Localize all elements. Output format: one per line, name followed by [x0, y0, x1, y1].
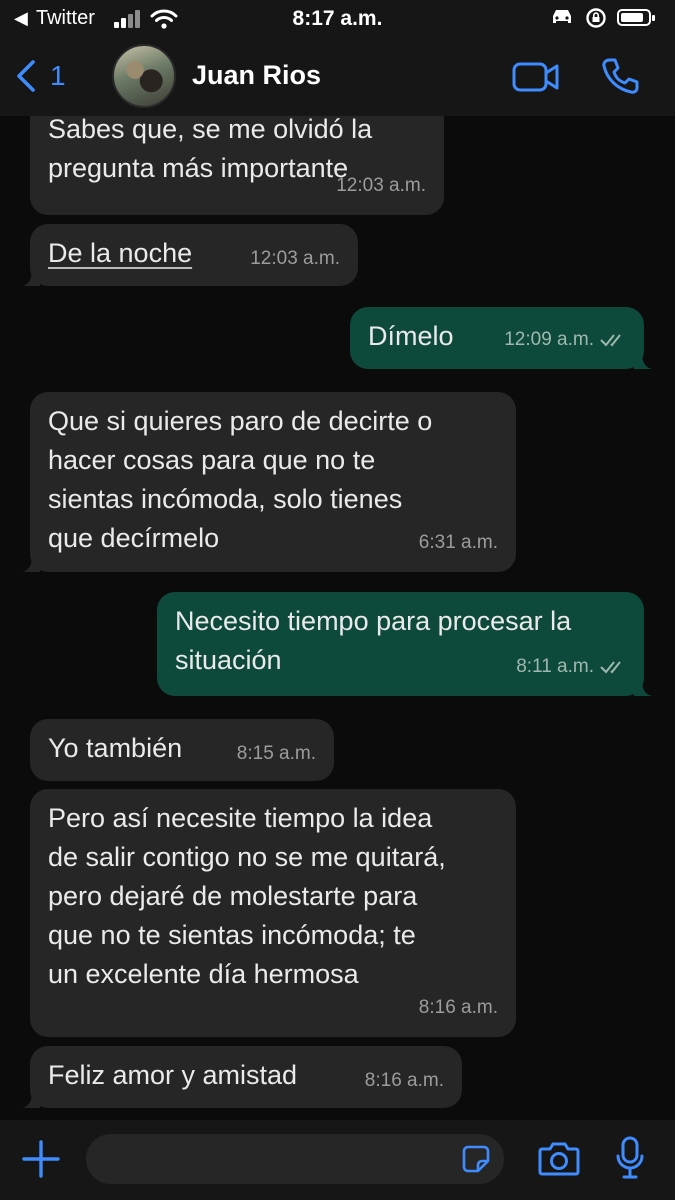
message-time: 12:09 a.m.: [504, 329, 594, 350]
unread-count: 1: [50, 60, 66, 91]
avatar[interactable]: [112, 44, 176, 108]
message-time: 8:16 a.m.: [364, 1070, 444, 1091]
message-bubble-outgoing[interactable]: Necesito tiempo para procesar la situaci…: [157, 592, 652, 696]
bubble-tail: [22, 1090, 40, 1108]
message-bubble-incoming[interactable]: Feliz amor y amistad 8:16 a.m.: [22, 1046, 462, 1108]
microphone-icon[interactable]: [615, 1136, 645, 1180]
chat-header: 1 Juan Rios: [0, 38, 675, 116]
message-time: 6:31 a.m.: [418, 532, 498, 553]
message-bubble-incoming[interactable]: Pero así necesite tiempo la idea de sali…: [30, 789, 516, 1037]
battery-icon: [617, 9, 655, 26]
car-icon: [553, 10, 571, 23]
bubble-tail: [634, 351, 652, 369]
composer-bar: [0, 1120, 675, 1200]
message-bubble-outgoing[interactable]: Dímelo 12:09 a.m.: [350, 307, 652, 369]
plus-icon[interactable]: [20, 1138, 62, 1180]
message-text: Pero así necesite tiempo la idea de sali…: [48, 803, 446, 989]
message-bubble-incoming[interactable]: Que si quieres paro de decirte o hacer c…: [22, 392, 516, 572]
camera-icon[interactable]: [538, 1140, 580, 1176]
message-bubble-incoming[interactable]: Sabes que, se me olvidó la pregunta más …: [30, 116, 444, 215]
bubble-tail: [22, 268, 40, 286]
phone-icon[interactable]: [600, 56, 640, 96]
read-receipt-icon: [600, 333, 621, 346]
bubble-tail: [634, 678, 652, 696]
message-input[interactable]: [86, 1134, 504, 1184]
bubble-tail: [22, 554, 40, 572]
message-list[interactable]: Sabes que, se me olvidó la pregunta más …: [0, 116, 675, 1120]
message-time: 8:16 a.m.: [418, 997, 498, 1018]
message-time: 12:03 a.m.: [336, 175, 426, 196]
message-time: 8:11 a.m.: [516, 656, 594, 677]
sticker-icon[interactable]: [462, 1145, 490, 1173]
read-receipt-icon: [600, 660, 621, 673]
chevron-left-icon: [17, 60, 35, 92]
status-bar: ◀ Twitter 8:17 a.m.: [0, 0, 675, 38]
message-time: 8:15 a.m.: [236, 743, 316, 764]
rotation-lock-icon: [586, 8, 606, 28]
message-bubble-incoming[interactable]: Yo también 8:15 a.m.: [30, 719, 334, 781]
message-bubble-incoming[interactable]: De la noche 12:03 a.m.: [22, 224, 358, 286]
back-button[interactable]: 1: [16, 56, 66, 96]
message-time: 12:03 a.m.: [250, 248, 340, 269]
contact-name[interactable]: Juan Rios: [192, 60, 321, 91]
video-camera-icon[interactable]: [512, 60, 560, 94]
